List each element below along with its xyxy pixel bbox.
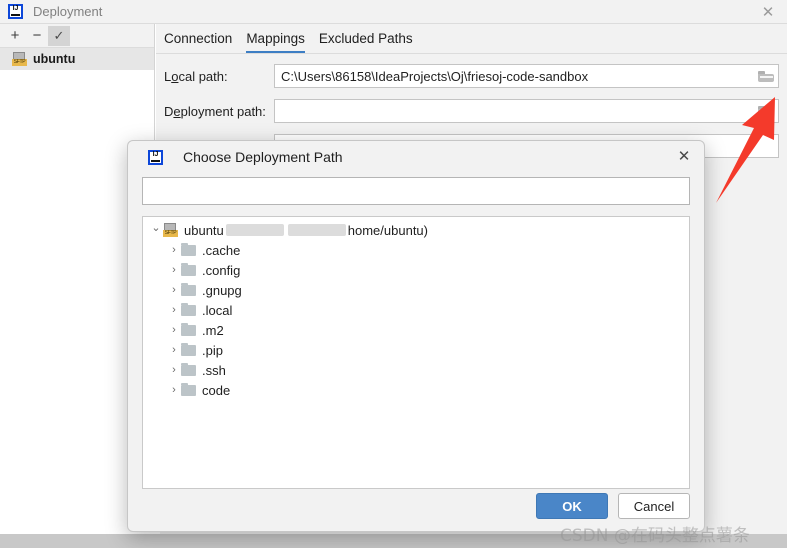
chevron-right-icon[interactable] <box>167 324 181 336</box>
tab-connection[interactable]: Connection <box>164 31 232 53</box>
list-item-label: .config <box>202 262 241 278</box>
tree-item-ssh[interactable]: .ssh <box>143 360 689 380</box>
folder-icon <box>181 242 196 256</box>
sidebar-toolbar: + − ✓ <box>0 24 154 48</box>
folder-icon <box>181 342 196 356</box>
tree-item-local[interactable]: .local <box>143 300 689 320</box>
dialog-title: Choose Deployment Path <box>183 149 343 165</box>
tree-item-config[interactable]: .config <box>143 260 689 280</box>
chevron-right-icon[interactable] <box>167 384 181 396</box>
folder-icon <box>181 322 196 336</box>
app-root: Deployment ✕ + − ✓ SFTP ubuntu Connectio… <box>0 0 787 548</box>
deployment-path-input[interactable] <box>274 99 779 123</box>
folder-icon <box>181 362 196 376</box>
tree-root-label: ubuntu <box>184 222 224 238</box>
folder-icon <box>181 302 196 316</box>
dialog-button-bar: OK Cancel <box>536 493 690 519</box>
local-path-value: C:\Users\86158\IdeaProjects\Oj\friesoj-c… <box>281 68 589 84</box>
intellij-idea-icon <box>8 4 23 19</box>
list-item-label: .ssh <box>202 362 226 378</box>
window-title: Deployment <box>33 4 103 19</box>
tree-item-m2[interactable]: .m2 <box>143 320 689 340</box>
local-path-input[interactable]: C:\Users\86158\IdeaProjects\Oj\friesoj-c… <box>274 64 779 88</box>
chevron-right-icon[interactable] <box>167 244 181 256</box>
list-item-label: .cache <box>202 242 241 258</box>
chevron-right-icon[interactable] <box>167 344 181 356</box>
ok-button[interactable]: OK <box>536 493 608 519</box>
tree-root-suffix: home/ubuntu) <box>347 222 428 238</box>
folder-browse-icon[interactable] <box>758 105 774 118</box>
tree-root-ubuntu[interactable]: SFTP ubuntu home/ubuntu) <box>143 220 689 240</box>
window-close-button[interactable]: ✕ <box>759 4 777 22</box>
sidebar-item-ubuntu[interactable]: SFTP ubuntu <box>0 48 154 70</box>
local-path-row: Local path: C:\Users\86158\IdeaProjects\… <box>156 63 787 89</box>
sftp-badge-label: SFTP <box>12 59 27 66</box>
redacted-path-block <box>287 224 346 236</box>
chevron-right-icon[interactable] <box>167 284 181 296</box>
folder-icon <box>181 262 196 276</box>
tree-item-gnupg[interactable]: .gnupg <box>143 280 689 300</box>
list-item-label: .local <box>202 302 233 318</box>
sidebar-item-label: ubuntu <box>33 52 76 66</box>
cancel-button[interactable]: Cancel <box>618 493 690 519</box>
choose-deployment-path-dialog: Choose Deployment Path ✕ SFTP ubuntu hom… <box>127 140 705 532</box>
redacted-host-block <box>225 224 284 236</box>
sftp-server-icon: SFTP <box>12 52 27 66</box>
window-titlebar: Deployment <box>0 0 787 24</box>
chevron-right-icon[interactable] <box>167 364 181 376</box>
deployment-path-row: Deployment path: <box>156 98 787 124</box>
list-item-label: code <box>202 382 231 398</box>
add-server-button[interactable]: + <box>4 26 26 46</box>
intellij-idea-icon <box>148 149 163 165</box>
csdn-watermark: CSDN @在码头整点薯条 <box>560 526 750 546</box>
tree-item-pip[interactable]: .pip <box>143 340 689 360</box>
sftp-server-icon: SFTP <box>163 223 178 237</box>
tree-item-code[interactable]: code <box>143 380 689 400</box>
remote-path-tree[interactable]: SFTP ubuntu home/ubuntu) .cache .config <box>142 216 690 489</box>
chevron-right-icon[interactable] <box>167 264 181 276</box>
deployment-path-label: Deployment path: <box>164 103 266 119</box>
local-path-label: Local path: <box>164 68 228 84</box>
list-item-label: .pip <box>202 342 223 358</box>
remove-server-button[interactable]: − <box>26 26 48 46</box>
folder-icon <box>181 282 196 296</box>
set-default-server-button[interactable]: ✓ <box>48 25 70 46</box>
dialog-close-button[interactable]: ✕ <box>674 147 694 167</box>
tab-bar: Connection Mappings Excluded Paths <box>156 24 787 54</box>
tab-excluded-paths[interactable]: Excluded Paths <box>319 31 413 53</box>
chevron-right-icon[interactable] <box>167 304 181 316</box>
list-item-label: .m2 <box>202 322 224 338</box>
dialog-titlebar: Choose Deployment Path ✕ <box>128 141 704 173</box>
chevron-down-icon[interactable] <box>149 224 163 237</box>
folder-browse-icon[interactable] <box>758 70 774 83</box>
list-item-label: .gnupg <box>202 282 242 298</box>
sftp-badge-label: SFTP <box>163 230 178 237</box>
folder-icon <box>181 382 196 396</box>
path-search-input[interactable] <box>142 177 690 205</box>
tab-mappings[interactable]: Mappings <box>246 31 305 53</box>
tree-item-cache[interactable]: .cache <box>143 240 689 260</box>
